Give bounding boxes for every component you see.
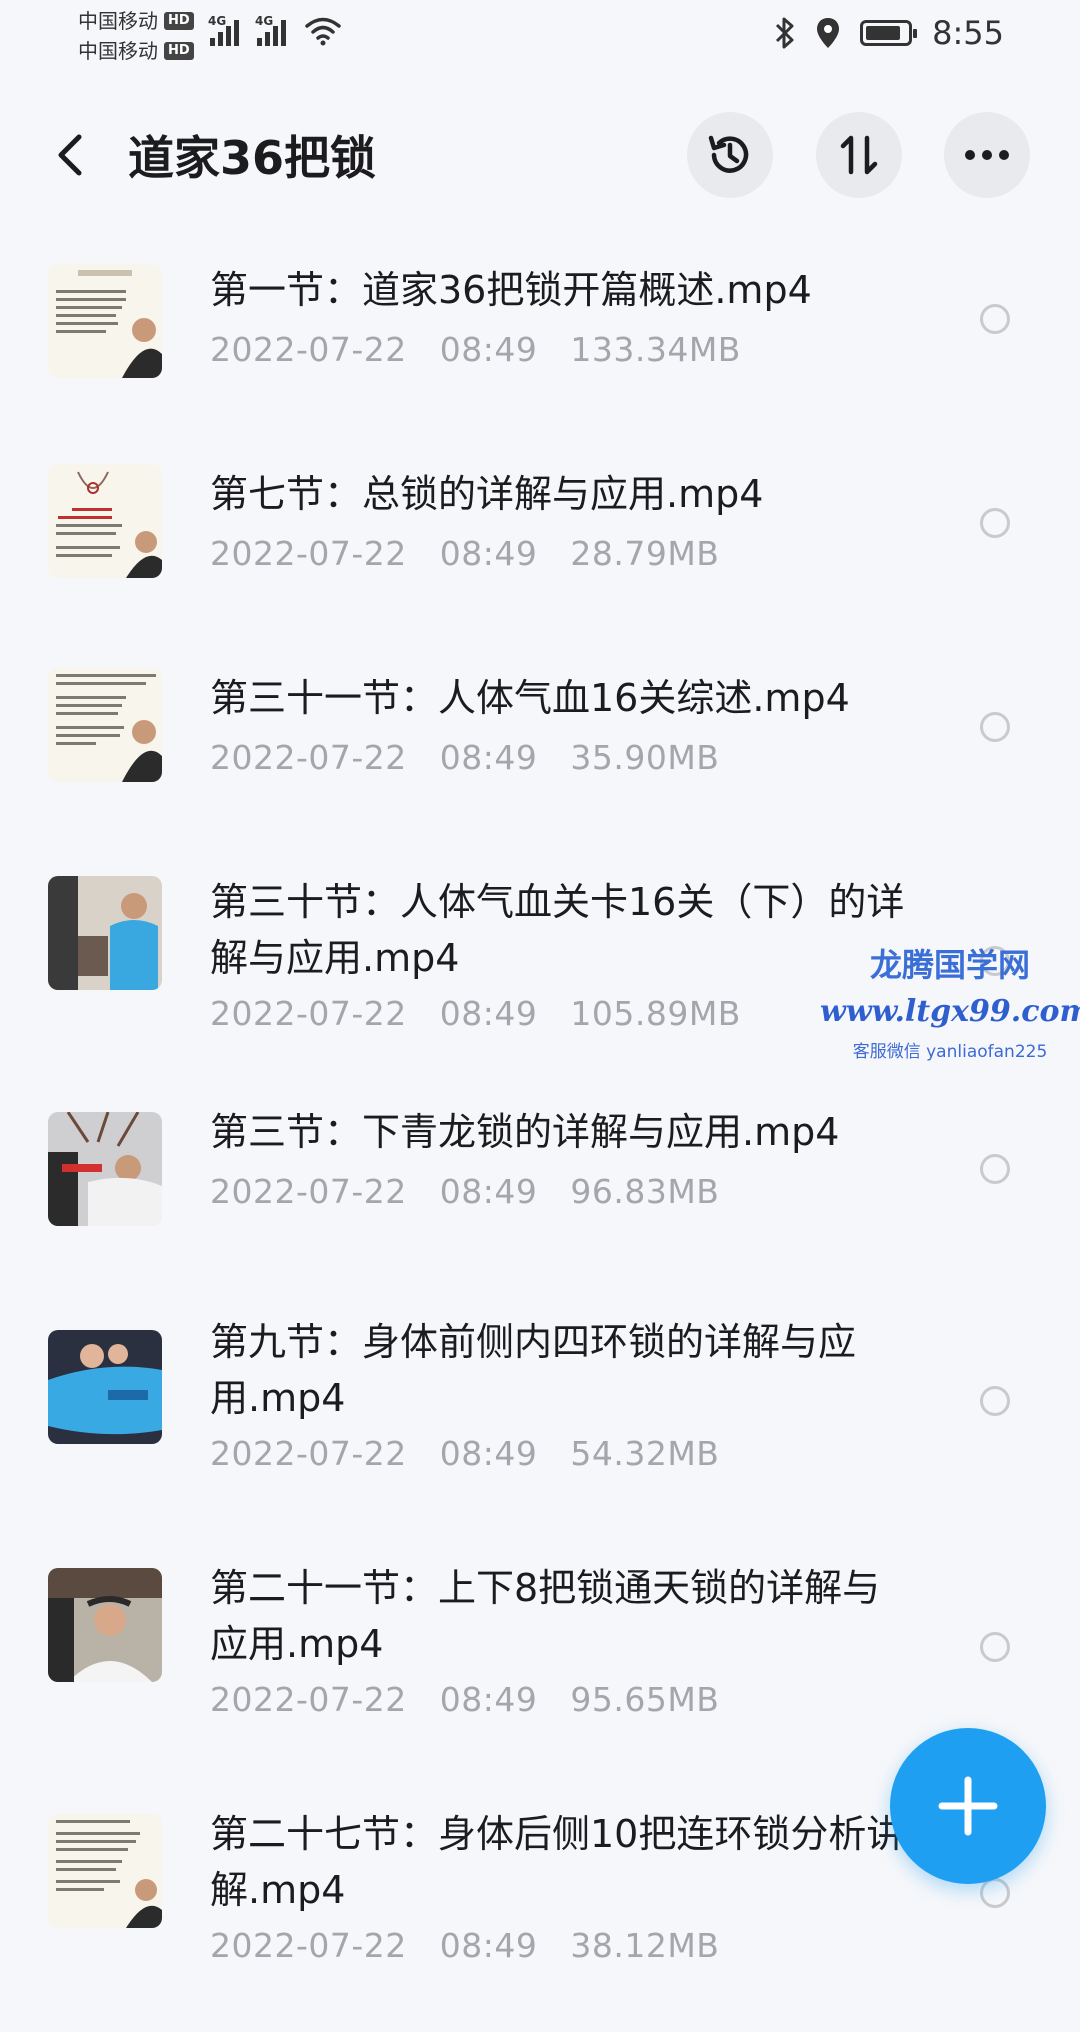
history-button[interactable]: [687, 112, 773, 198]
video-thumbnail: [48, 876, 162, 990]
more-icon: [965, 150, 1009, 160]
watermark-contact: 客服微信 yanliaofan225: [852, 1042, 1048, 1062]
signal-icon: 4G: [208, 14, 239, 46]
carrier-2-label: 中国移动: [78, 39, 158, 63]
video-thumbnail: [48, 264, 162, 378]
file-name: 第三十节：人体气血关卡16关（下）的详解与应用.mp4: [210, 880, 905, 980]
select-radio[interactable]: [980, 712, 1010, 742]
file-meta: 2022-07-22 08:49 95.65MB: [210, 1680, 720, 1719]
wifi-icon: [305, 17, 341, 46]
location-icon: [817, 18, 840, 48]
carrier-info: 中国移动 HD 中国移动 HD: [78, 6, 194, 66]
file-meta: 2022-07-22 08:49 38.12MB: [210, 1926, 720, 1965]
video-thumbnail: [48, 464, 162, 578]
history-icon: [708, 135, 749, 173]
list-item[interactable]: 第一节：道家36把锁开篇概述.mp4 2022-07-22 08:49 133.…: [0, 230, 1080, 434]
list-item[interactable]: 第三节：下青龙锁的详解与应用.mp4 2022-07-22 08:49 96.8…: [0, 1082, 1080, 1294]
status-bar: 中国移动 HD 中国移动 HD 4G 4G 8:55: [0, 0, 1080, 80]
hd-badge: HD: [164, 42, 194, 60]
file-name: 第二十七节：身体后侧10把连环锁分析讲解.mp4: [210, 1812, 905, 1912]
sort-icon: [840, 135, 878, 175]
battery-icon: [860, 20, 918, 46]
select-radio[interactable]: [980, 1632, 1010, 1662]
watermark: 龙腾国学网 www.ltgx99.com 客服微信 yanliaofan225: [820, 940, 1080, 1062]
file-name: 第九节：身体前侧内四环锁的详解与应用.mp4: [210, 1320, 857, 1420]
video-thumbnail: [48, 668, 162, 782]
list-item[interactable]: 第九节：身体前侧内四环锁的详解与应用.mp4 2022-07-22 08:49 …: [0, 1294, 1080, 1540]
app-header: 道家36把锁: [0, 100, 1080, 210]
list-item[interactable]: 第三十一节：人体气血16关综述.mp4 2022-07-22 08:49 35.…: [0, 638, 1080, 842]
add-button[interactable]: [890, 1728, 1046, 1884]
video-thumbnail: [48, 1568, 162, 1682]
plus-icon: [938, 1776, 998, 1836]
clock: 8:55: [932, 14, 1004, 52]
select-radio[interactable]: [980, 304, 1010, 334]
file-name: 第七节：总锁的详解与应用.mp4: [210, 472, 764, 516]
file-meta: 2022-07-22 08:49 28.79MB: [210, 534, 720, 573]
file-meta: 2022-07-22 08:49 105.89MB: [210, 994, 741, 1033]
page-title: 道家36把锁: [128, 131, 377, 185]
watermark-site-name: 龙腾国学网: [869, 946, 1030, 984]
file-meta: 2022-07-22 08:49 96.83MB: [210, 1172, 720, 1211]
signal-icon: 4G: [255, 14, 286, 46]
file-meta: 2022-07-22 08:49 133.34MB: [210, 330, 741, 369]
hd-badge: HD: [164, 12, 194, 30]
list-item[interactable]: 第七节：总锁的详解与应用.mp4 2022-07-22 08:49 28.79M…: [0, 434, 1080, 638]
video-thumbnail: [48, 1330, 162, 1444]
video-thumbnail: [48, 1814, 162, 1928]
back-button[interactable]: [40, 120, 100, 190]
file-meta: 2022-07-22 08:49 35.90MB: [210, 738, 720, 777]
bluetooth-icon: [776, 17, 794, 49]
carrier-1-label: 中国移动: [78, 9, 158, 33]
file-name: 第二十一节：上下8把锁通天锁的详解与应用.mp4: [210, 1566, 881, 1666]
select-radio[interactable]: [980, 1878, 1010, 1908]
select-radio[interactable]: [980, 1386, 1010, 1416]
file-name: 第三节：下青龙锁的详解与应用.mp4: [210, 1110, 840, 1154]
file-name: 第一节：道家36把锁开篇概述.mp4: [210, 268, 812, 312]
chevron-left-icon: [58, 134, 82, 176]
select-radio[interactable]: [980, 508, 1010, 538]
select-radio[interactable]: [980, 1154, 1010, 1184]
file-meta: 2022-07-22 08:49 54.32MB: [210, 1434, 720, 1473]
video-thumbnail: [48, 1112, 162, 1226]
file-name: 第三十一节：人体气血16关综述.mp4: [210, 676, 850, 720]
watermark-url: www.ltgx99.com: [820, 994, 1080, 1029]
more-button[interactable]: [944, 112, 1030, 198]
sort-button[interactable]: [816, 112, 902, 198]
